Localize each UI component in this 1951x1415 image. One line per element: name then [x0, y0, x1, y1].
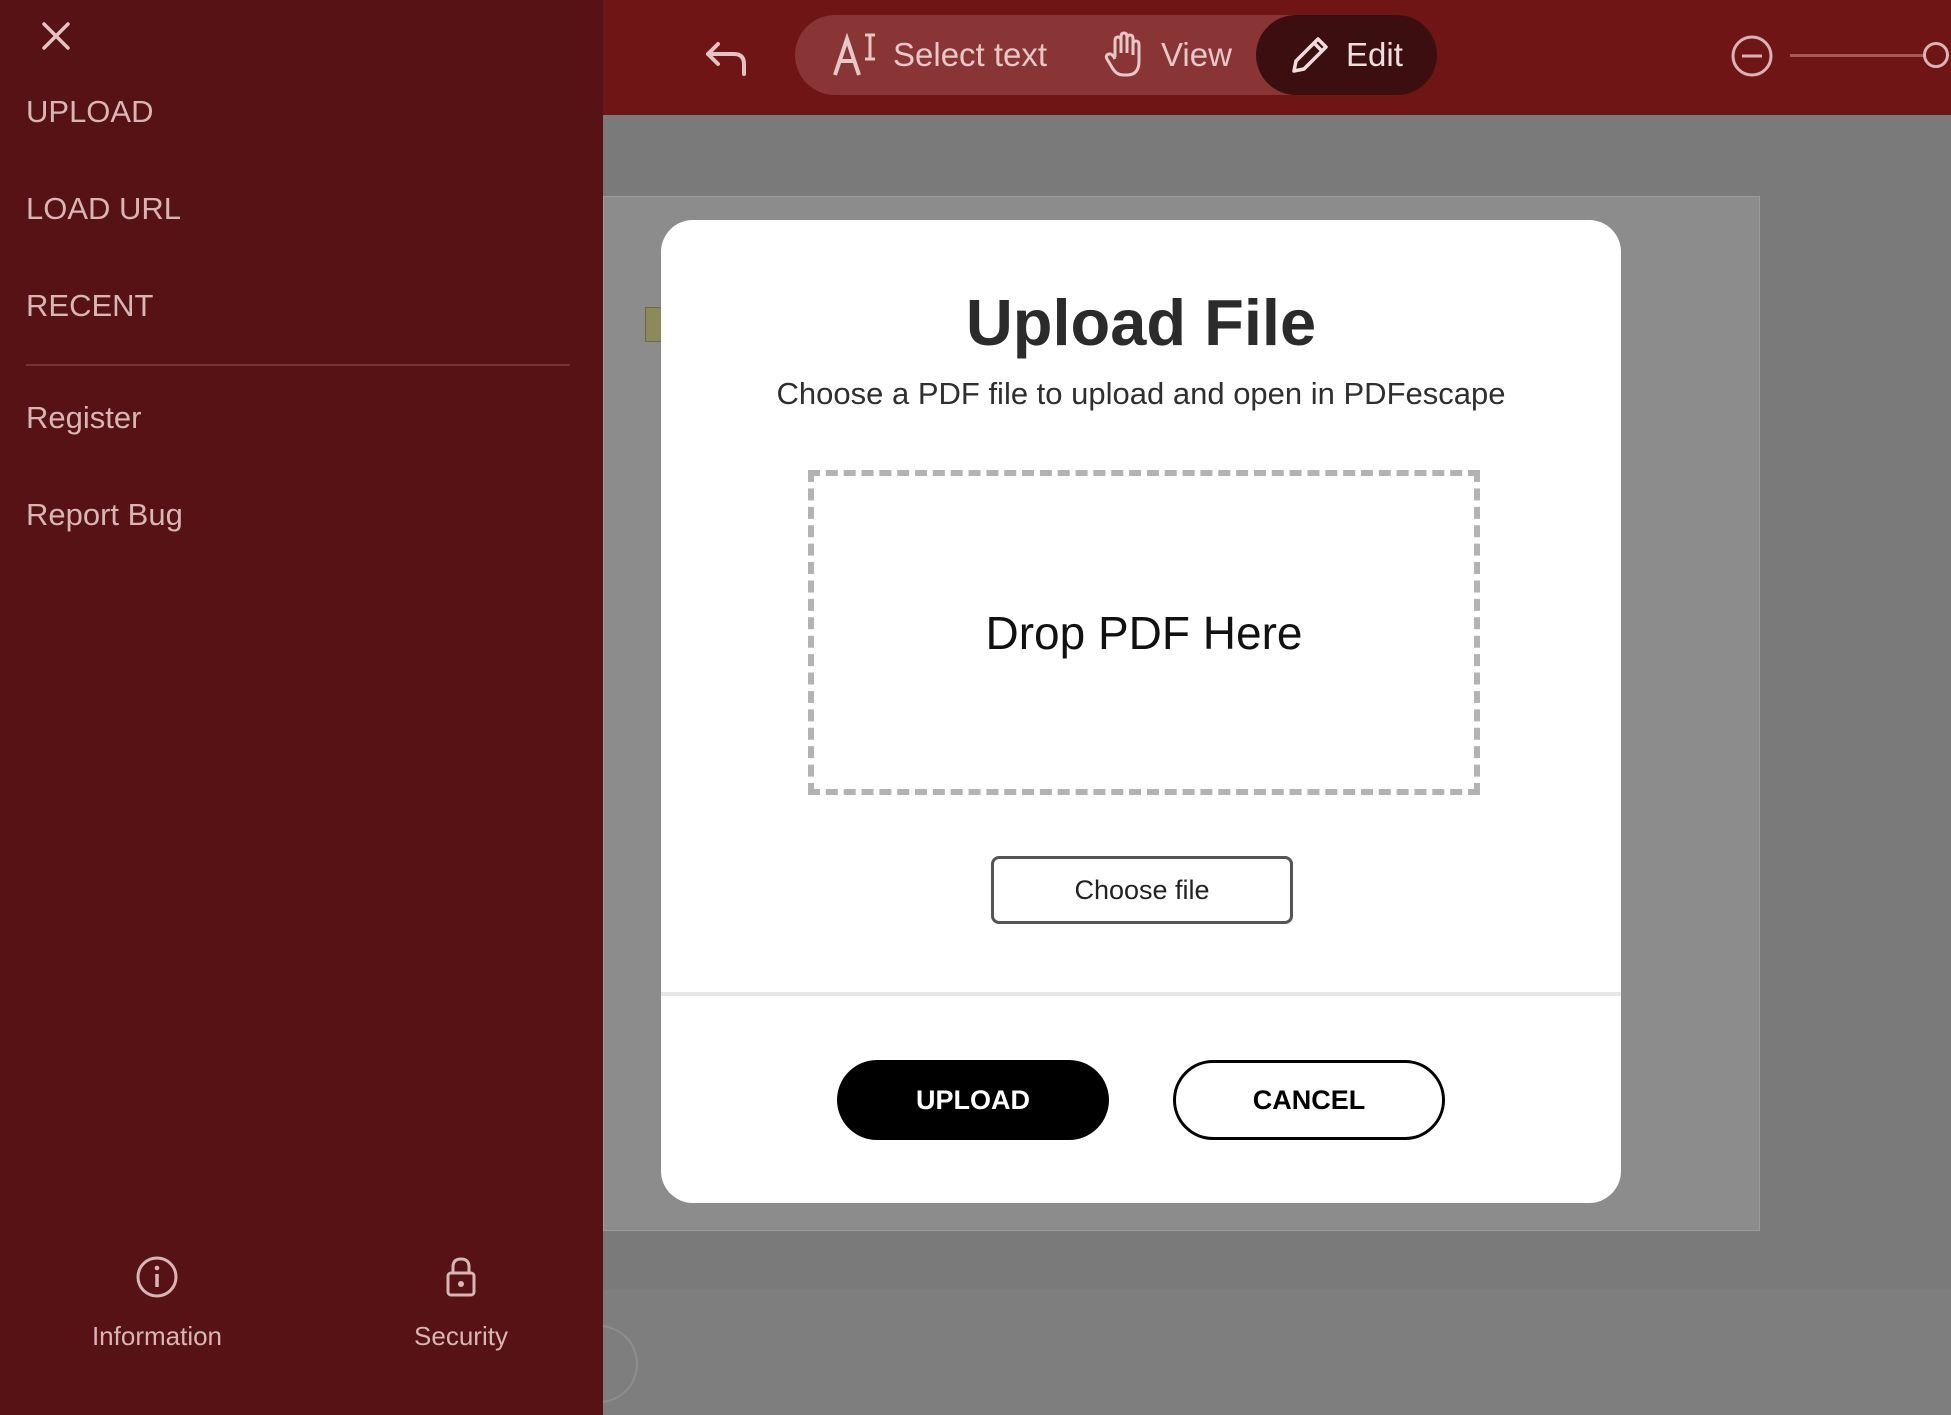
zoom-out-button[interactable] — [1729, 33, 1775, 79]
zoom-slider-track[interactable] — [1790, 54, 1930, 57]
dialog-subtitle: Choose a PDF file to upload and open in … — [776, 376, 1506, 411]
sidebar-item-load-url[interactable]: LOAD URL — [26, 191, 181, 227]
zoom-out-icon — [1731, 35, 1773, 77]
sidebar-item-recent[interactable]: RECENT — [26, 288, 153, 324]
hand-icon — [1104, 31, 1141, 77]
bottom-bar — [603, 1290, 1951, 1415]
select-text-label: Select text — [893, 36, 1048, 73]
information-button[interactable]: Information — [57, 1255, 257, 1352]
view-label: View — [1161, 36, 1232, 73]
mode-switcher: Select text View Edit — [795, 15, 1437, 95]
select-text-mode-button[interactable]: Select text — [831, 15, 1047, 95]
dialog-divider — [661, 992, 1621, 996]
sidebar-menu: UPLOAD LOAD URL RECENT Register Report B… — [0, 0, 603, 1415]
pencil-icon — [1292, 37, 1328, 73]
lock-icon — [446, 1257, 476, 1297]
sidebar-item-report-bug[interactable]: Report Bug — [26, 497, 183, 533]
zoom-slider-handle[interactable] — [1923, 42, 1949, 68]
security-label: Security — [414, 1321, 508, 1351]
upload-file-dialog: Upload File Choose a PDF file to upload … — [661, 220, 1621, 1203]
edit-mode-button[interactable]: Edit — [1256, 15, 1437, 95]
undo-arrow-icon — [706, 42, 746, 76]
information-label: Information — [91, 1321, 223, 1351]
upload-button[interactable]: UPLOAD — [837, 1060, 1109, 1140]
select-text-icon — [833, 32, 875, 76]
sidebar-item-register[interactable]: Register — [26, 400, 141, 436]
sidebar-divider — [26, 364, 570, 366]
view-mode-button[interactable]: View — [1103, 15, 1232, 95]
edit-label: Edit — [1346, 36, 1403, 73]
close-sidebar-button[interactable] — [34, 14, 78, 58]
undo-button[interactable] — [700, 30, 755, 85]
info-icon — [136, 1256, 178, 1298]
security-button[interactable]: Security — [361, 1255, 561, 1352]
choose-file-button[interactable]: Choose file — [991, 856, 1293, 924]
pdf-drop-zone[interactable]: Drop PDF Here — [808, 470, 1480, 795]
cancel-button[interactable]: CANCEL — [1173, 1060, 1445, 1140]
dialog-title: Upload File — [965, 286, 1317, 359]
sidebar-item-upload[interactable]: UPLOAD — [26, 94, 153, 130]
drop-zone-label: Drop PDF Here — [985, 606, 1303, 659]
close-icon — [42, 22, 70, 50]
